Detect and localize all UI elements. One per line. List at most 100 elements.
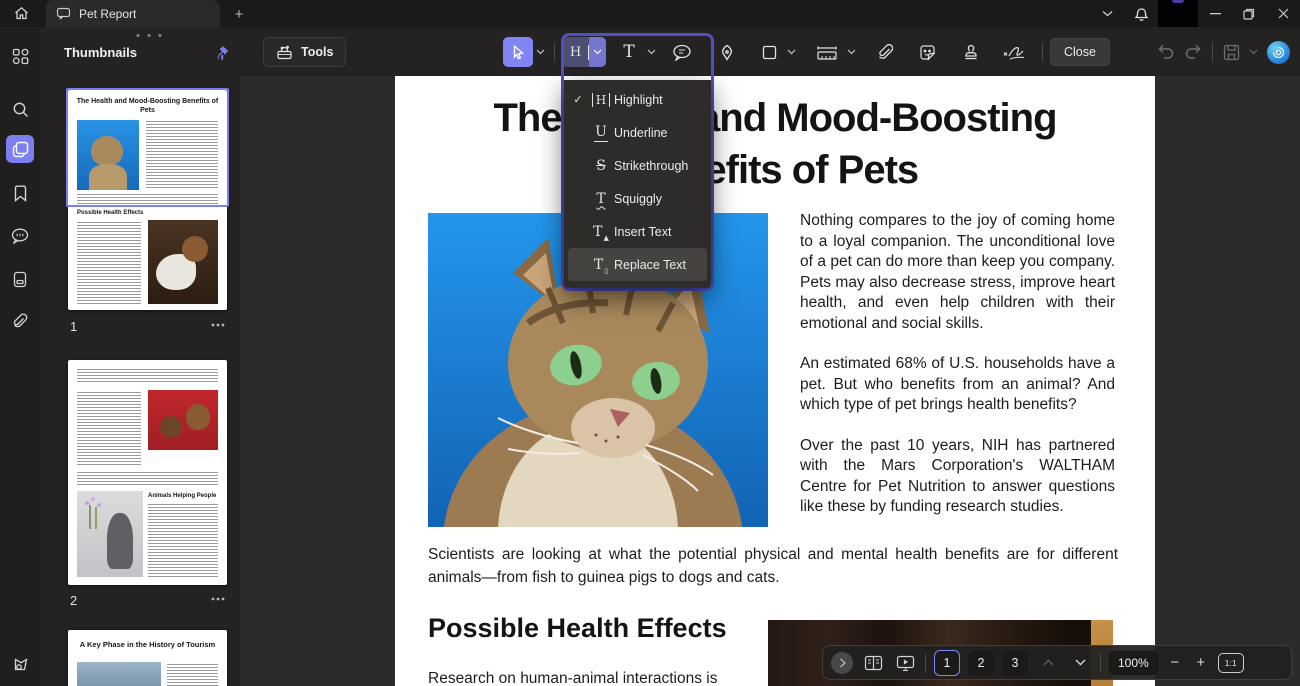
document-body-column: Nothing compares to the joy of coming ho…	[800, 211, 1115, 518]
ruler-icon	[816, 44, 838, 61]
menu-item-insert-text[interactable]: T▲ Insert Text	[568, 215, 707, 248]
file-attachments-panel-button[interactable]	[6, 265, 34, 293]
comment-bubble-icon	[11, 228, 29, 244]
menu-item-underline[interactable]: U Underline	[568, 116, 707, 149]
document-tab[interactable]: Pet Report	[46, 0, 220, 27]
account-avatar[interactable]	[1158, 0, 1198, 27]
page-button-2[interactable]: 2	[968, 650, 994, 676]
save-button[interactable]	[1223, 44, 1240, 61]
toolbar-right-group	[1157, 37, 1290, 67]
zoom-level[interactable]: 100%	[1109, 651, 1158, 675]
minimize-button[interactable]	[1198, 0, 1232, 27]
document-viewport[interactable]: The Health and Mood-Boosting Benefits of…	[240, 76, 1300, 686]
bar-separator	[1100, 654, 1101, 672]
thumbnails-panel-button[interactable]	[6, 135, 34, 163]
highlight-icon: H	[592, 93, 609, 107]
app-launcher-button[interactable]	[6, 42, 34, 70]
menu-item-label: Replace Text	[614, 258, 686, 272]
bookmarks-panel-button[interactable]	[6, 179, 34, 207]
next-page-button[interactable]	[1068, 651, 1092, 675]
tools-button-label: Tools	[301, 45, 333, 59]
screen-icon	[896, 655, 915, 671]
thumbnail-text-block	[146, 121, 218, 189]
zoom-in-button[interactable]: +	[1192, 654, 1210, 671]
titlebar-chevron-down-icon[interactable]	[1090, 0, 1124, 27]
collapse-bar-button[interactable]	[831, 652, 853, 674]
thumbnail-1-dog-image	[148, 220, 218, 304]
window-controls	[1090, 0, 1300, 27]
previous-page-button[interactable]	[1036, 651, 1060, 675]
pin-panel-button[interactable]	[210, 41, 234, 65]
zoom-out-button[interactable]: −	[1166, 654, 1184, 671]
insert-text-icon: T▲	[593, 224, 609, 240]
bar-separator	[925, 654, 926, 672]
thumbnail-page-2[interactable]: Animals Helping People	[68, 360, 227, 585]
page-button-3[interactable]: 3	[1002, 650, 1028, 676]
new-tab-button[interactable]: +	[228, 3, 250, 25]
menu-item-strikethrough[interactable]: S Strikethrough	[568, 149, 707, 182]
select-tool-button[interactable]	[503, 37, 533, 67]
actual-size-label: 1:1	[1225, 658, 1237, 668]
presentation-mode-button[interactable]	[893, 651, 917, 675]
thumbnails-panel: • • • Thumbnails The Health and Mood-Boo…	[40, 27, 240, 686]
comments-panel-button[interactable]	[6, 222, 34, 250]
checkmark-icon: ✓	[568, 93, 588, 106]
zoom-level-label: 100%	[1118, 656, 1149, 670]
tools-button[interactable]: Tools	[263, 37, 346, 67]
paragraph: Nothing compares to the joy of coming ho…	[800, 211, 1115, 334]
sticker-tool-button[interactable]	[912, 37, 942, 67]
thumbnail-text-block	[148, 504, 218, 577]
app-logo-button[interactable]	[6, 650, 34, 678]
measure-tool-button[interactable]	[810, 37, 844, 67]
pencil-tool-button[interactable]	[712, 37, 742, 67]
thumbnail-text-block	[77, 369, 218, 384]
thumbnail-page-1[interactable]: The Health and Mood-Boosting Benefits of…	[68, 90, 227, 310]
sticker-smiley-icon	[919, 44, 936, 61]
shapes-tool-chevron-icon[interactable]	[784, 49, 798, 55]
thumbnail-2-heading: Animals Helping People	[148, 493, 216, 499]
more-options-icon[interactable]	[211, 597, 225, 601]
panel-drag-handle[interactable]: • • •	[132, 30, 168, 42]
measure-tool-chevron-icon[interactable]	[844, 49, 858, 55]
thumbnail-text-block	[77, 472, 218, 487]
home-button[interactable]	[6, 2, 36, 25]
attachment-tool-button[interactable]	[870, 37, 900, 67]
page-button-1[interactable]: 1	[934, 650, 960, 676]
home-icon	[13, 5, 30, 22]
thumbnail-1-row: 1	[68, 319, 227, 339]
search-button[interactable]	[6, 95, 34, 123]
pdf-page-1[interactable]: The Health and Mood-Boosting Benefits of…	[395, 76, 1155, 686]
restore-button[interactable]	[1232, 0, 1266, 27]
left-icon-rail	[0, 27, 40, 686]
shapes-tool-button[interactable]	[754, 37, 784, 67]
redo-button[interactable]	[1184, 44, 1202, 60]
save-chevron-icon[interactable]	[1249, 49, 1258, 55]
menu-item-squiggly[interactable]: T Squiggly	[568, 182, 707, 215]
stamp-tool-button[interactable]	[956, 37, 986, 67]
menu-item-highlight[interactable]: ✓ H Highlight	[568, 83, 707, 116]
file-icon	[12, 271, 28, 288]
underline-icon: U	[594, 124, 608, 142]
select-tool-chevron-icon[interactable]	[533, 49, 547, 55]
menu-item-replace-text[interactable]: T▯ Replace Text	[568, 248, 707, 281]
notifications-button[interactable]	[1124, 0, 1158, 27]
ai-assistant-button[interactable]	[1267, 41, 1290, 64]
menu-item-label: Insert Text	[614, 225, 671, 239]
undo-button[interactable]	[1157, 44, 1175, 60]
more-options-icon[interactable]	[211, 323, 225, 327]
thumbnail-page-3[interactable]: A Key Phase in the History of Tourism	[68, 630, 227, 686]
toolbar: Tools H T Close	[240, 27, 1300, 76]
attachments-panel-button[interactable]	[6, 307, 34, 335]
toolbox-icon	[276, 45, 293, 60]
actual-size-button[interactable]: 1:1	[1218, 653, 1244, 673]
signature-tool-button[interactable]	[998, 37, 1032, 67]
menu-item-label: Squiggly	[614, 192, 662, 206]
toolbar-separator	[554, 42, 555, 62]
close-window-button[interactable]	[1266, 0, 1300, 27]
paperclip-icon	[877, 43, 893, 61]
reading-view-button[interactable]	[861, 651, 885, 675]
close-tools-button[interactable]: Close	[1050, 38, 1110, 66]
menu-item-label: Underline	[614, 126, 668, 140]
page-button-label: 1	[944, 656, 951, 670]
titlebar: Pet Report +	[0, 0, 1300, 27]
